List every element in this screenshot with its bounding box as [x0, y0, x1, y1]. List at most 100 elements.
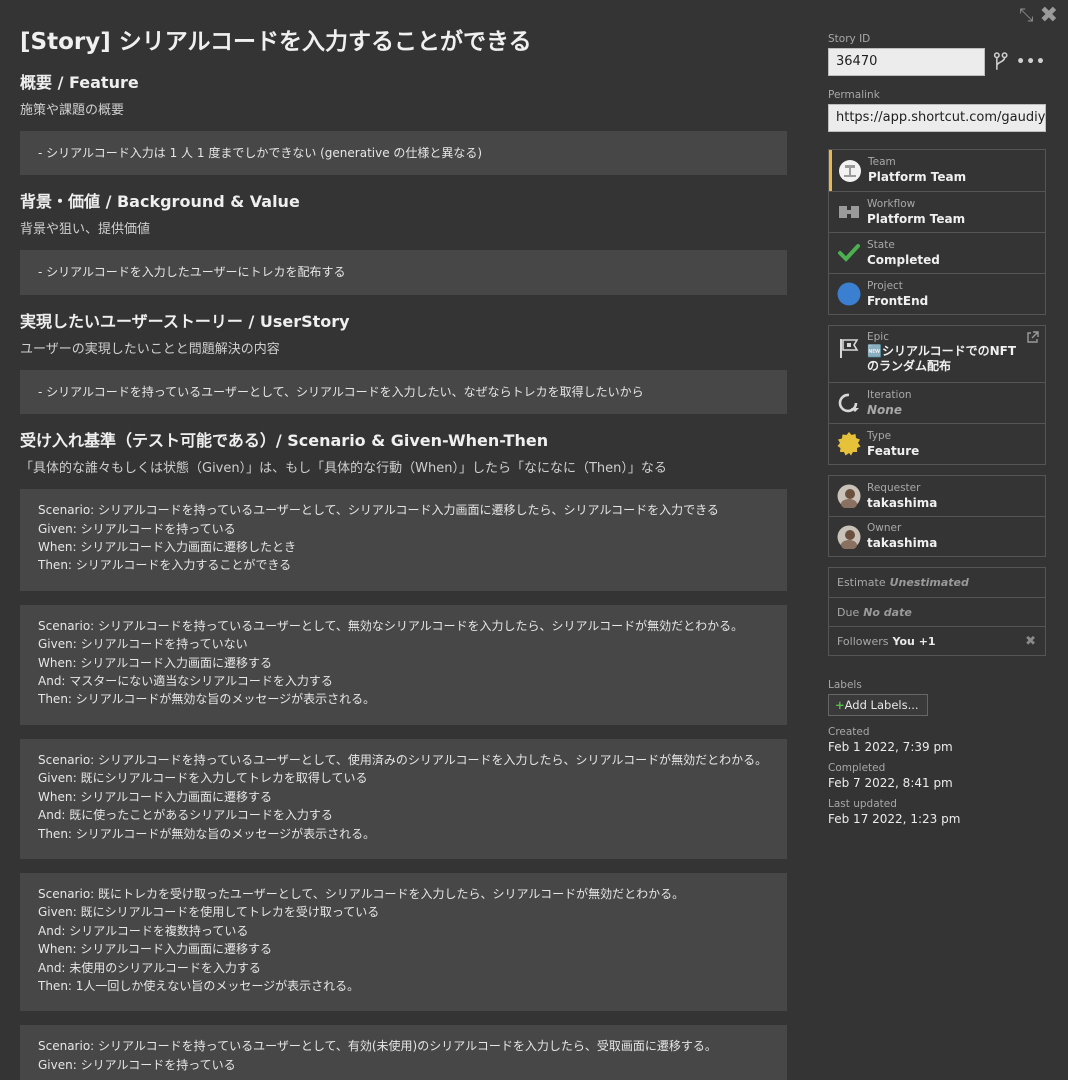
collapse-icon[interactable]: ⤡	[1019, 6, 1033, 26]
owner-avatar	[836, 524, 862, 550]
followers-value: You +1	[892, 634, 936, 648]
add-labels-button[interactable]: +Add Labels...	[828, 694, 928, 716]
team-label: Team	[868, 156, 896, 168]
completed-value: Feb 7 2022, 8:41 pm	[828, 776, 953, 790]
add-labels-text: Add Labels...	[844, 698, 919, 712]
epic-label: Epic	[867, 331, 889, 343]
team-value: Platform Team	[868, 170, 967, 184]
labels-label: Labels	[828, 679, 862, 691]
people-group: Requester takashima Owner takashima	[828, 475, 1046, 557]
section-description: 背景や狙い、提供価値	[20, 222, 151, 238]
section-description: ユーザーの実現したいことと問題解決の内容	[20, 341, 280, 357]
workflow-field[interactable]: Workflow Platform Team	[829, 191, 1045, 232]
project-field[interactable]: Project FrontEnd	[829, 273, 1045, 314]
last-updated-value: Feb 17 2022, 1:23 pm	[828, 812, 961, 826]
code-line: Scenario: シリアルコードを持っているユーザーとして、有効(未使用)のシ…	[38, 1039, 717, 1054]
code-line: When: シリアルコード入力画面に遷移する	[38, 789, 272, 804]
story-id-field[interactable]: 36470	[828, 48, 985, 76]
scenario-block: Scenario: シリアルコードを持っているユーザーとして、無効なシリアルコー…	[20, 604, 787, 725]
plus-icon: +	[835, 698, 845, 712]
code-line: - シリアルコードを持っているユーザーとして、シリアルコードを入力したい、なぜな…	[38, 384, 644, 399]
code-line: Scenario: 既にトレカを受け取ったユーザーとして、シリアルコードを入力し…	[38, 886, 685, 901]
code-line: Given: 既にシリアルコードを使用してトレカを受け取っている	[38, 905, 380, 920]
checkmark-icon	[836, 240, 862, 266]
epic-field[interactable]: Epic 🆕シリアルコードでのNFTのランダム配布	[829, 326, 1045, 382]
scenario-block: Scenario: シリアルコードを持っているユーザーとして、使用済みのシリアル…	[20, 738, 787, 859]
meta-group: Estimate Unestimated Due No date Followe…	[828, 567, 1046, 656]
project-label: Project	[867, 279, 903, 292]
type-field[interactable]: Type Feature	[829, 423, 1045, 464]
requester-field[interactable]: Requester takashima	[829, 476, 1045, 516]
owner-value: takashima	[867, 536, 938, 550]
section-heading: 背景・価値 / Background & Value	[20, 192, 300, 212]
state-field[interactable]: State Completed	[829, 232, 1045, 273]
section-description: 「具体的な誰々もしくは状態（Given）」は、もし「具体的な行動（When）」し…	[20, 461, 667, 477]
close-icon[interactable]: ✖	[1040, 5, 1058, 27]
permalink-field[interactable]: https://app.shortcut.com/gaudiy	[828, 104, 1046, 132]
last-updated-label: Last updated	[828, 798, 897, 810]
code-line: When: シリアルコード入力画面に遷移したとき	[38, 540, 296, 555]
team-field[interactable]: Team Platform Team	[829, 150, 1045, 191]
story-title[interactable]: [Story] シリアルコードを入力することができる	[20, 28, 787, 56]
code-line: - シリアルコードを入力したユーザーにトレカを配布する	[38, 265, 346, 280]
workflow-label: Workflow	[867, 197, 916, 210]
code-line: When: シリアルコード入力画面に遷移する	[38, 942, 272, 957]
epic-value: 🆕シリアルコードでのNFTのランダム配布	[867, 344, 1017, 373]
code-line: Scenario: シリアルコードを持っているユーザーとして、無効なシリアルコー…	[38, 618, 744, 633]
followers-field[interactable]: Followers You +1 ✖	[829, 626, 1045, 655]
requester-label: Requester	[867, 481, 921, 494]
owner-field[interactable]: Owner takashima	[829, 516, 1045, 556]
owner-label: Owner	[867, 522, 902, 534]
due-value: No date	[863, 605, 912, 619]
git-branch-icon[interactable]	[993, 51, 1008, 73]
requester-avatar	[836, 483, 862, 509]
story-id-label: Story ID	[828, 33, 871, 45]
section-description: 施策や課題の概要	[20, 103, 125, 118]
iteration-field[interactable]: Iteration None	[829, 382, 1045, 423]
project-circle-icon	[836, 281, 862, 307]
type-value: Feature	[867, 443, 920, 458]
section-heading: 概要 / Feature	[20, 73, 139, 92]
more-options-icon[interactable]: •••	[1016, 54, 1046, 70]
due-field[interactable]: Due No date	[829, 597, 1045, 626]
estimate-field[interactable]: Estimate Unestimated	[829, 568, 1045, 597]
created-value: Feb 1 2022, 7:39 pm	[828, 740, 953, 754]
state-value: Completed	[867, 252, 940, 267]
iteration-value: None	[867, 402, 902, 417]
scenario-block: Scenario: シリアルコードを持っているユーザーとして、有効(未使用)のシ…	[20, 1025, 787, 1080]
code-line: Then: シリアルコードが無効な旨のメッセージが表示される。	[38, 692, 376, 707]
code-line: When: シリアルコード入力画面に遷移する	[38, 655, 272, 670]
completed-label: Completed	[828, 762, 886, 774]
code-line: Scenario: シリアルコードを持っているユーザーとして、シリアルコード入力…	[38, 503, 719, 518]
followers-label: Followers	[837, 634, 889, 648]
epic-flag-icon	[836, 335, 862, 361]
code-line: And: 既に使ったことがあるシリアルコードを入力する	[38, 808, 333, 823]
code-line: Given: 既にシリアルコードを入力してトレカを取得している	[38, 771, 368, 786]
external-link-icon[interactable]	[1026, 331, 1039, 344]
code-line: And: 未使用のシリアルコードを入力する	[38, 960, 261, 975]
story-sidebar: Story ID 36470 ••• Permalink https://app…	[828, 32, 1046, 833]
code-line: Given: シリアルコードを持っていない	[38, 637, 248, 652]
permalink-label: Permalink	[828, 89, 880, 101]
type-label: Type	[867, 429, 892, 442]
code-line: - シリアルコード入力は 1 人 1 度までしかできない (generative…	[38, 146, 483, 160]
code-line: Given: シリアルコードを持っている	[38, 521, 236, 536]
estimate-label: Estimate	[837, 576, 886, 589]
state-label: State	[867, 238, 895, 251]
scenario-block: Scenario: 既にトレカを受け取ったユーザーとして、シリアルコードを入力し…	[20, 872, 787, 1012]
code-line: Then: 1人一回しか使えない旨のメッセージが表示される。	[38, 978, 360, 993]
code-line: And: マスターにない適当なシリアルコードを入力する	[38, 674, 333, 689]
unfollow-icon[interactable]: ✖	[1025, 634, 1036, 649]
team-workflow-group: Team Platform Team Workflow Platform Tea…	[828, 149, 1046, 315]
story-description: [Story] シリアルコードを入力することができる 概要 / Feature …	[20, 28, 787, 1080]
code-block: - シリアルコードを入力したユーザーにトレカを配布する	[20, 250, 787, 295]
epic-iteration-type-group: Epic 🆕シリアルコードでのNFTのランダム配布 Iteration None	[828, 325, 1046, 465]
iteration-label: Iteration	[867, 388, 912, 401]
workflow-value: Platform Team	[867, 211, 966, 226]
code-block: - シリアルコードを持っているユーザーとして、シリアルコードを入力したい、なぜな…	[20, 369, 787, 415]
section-heading: 受け入れ基準（テスト可能である）/ Scenario & Given-When-…	[20, 431, 549, 451]
due-label: Due	[837, 605, 860, 619]
code-line: Then: シリアルコードを入力することができる	[38, 558, 292, 573]
feature-badge-icon	[836, 431, 862, 457]
estimate-value: Unestimated	[889, 576, 969, 589]
